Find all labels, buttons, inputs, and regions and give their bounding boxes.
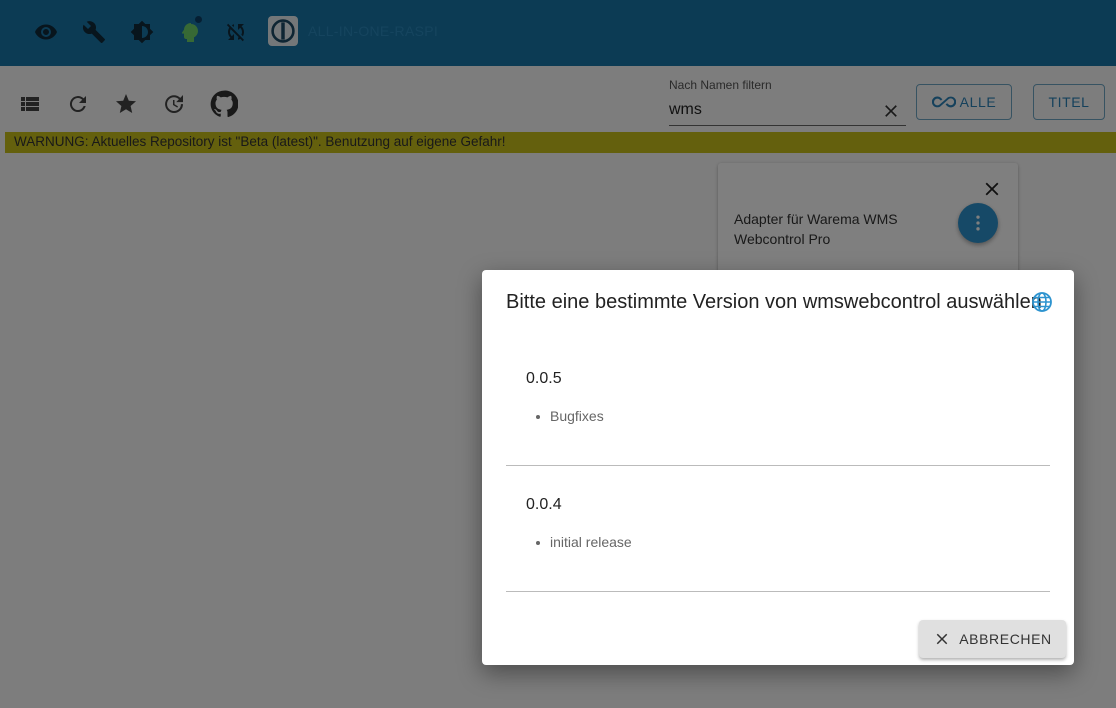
version-number: 0.0.4 [526, 496, 562, 513]
version-item[interactable]: 0.0.4 initial release [506, 466, 1050, 592]
cancel-button-label: ABBRECHEN [959, 631, 1052, 647]
version-note: Bugfixes [536, 408, 604, 424]
version-item[interactable]: 0.0.5 Bugfixes [506, 340, 1050, 466]
version-note: initial release [536, 534, 632, 550]
version-number: 0.0.5 [526, 370, 562, 387]
close-icon [936, 633, 948, 645]
globe-icon[interactable] [1030, 290, 1054, 314]
cancel-button[interactable]: ABBRECHEN [919, 620, 1066, 658]
dialog-title: Bitte eine bestimmte Version von wmswebc… [506, 291, 1042, 313]
version-select-dialog: Bitte eine bestimmte Version von wmswebc… [482, 270, 1074, 665]
